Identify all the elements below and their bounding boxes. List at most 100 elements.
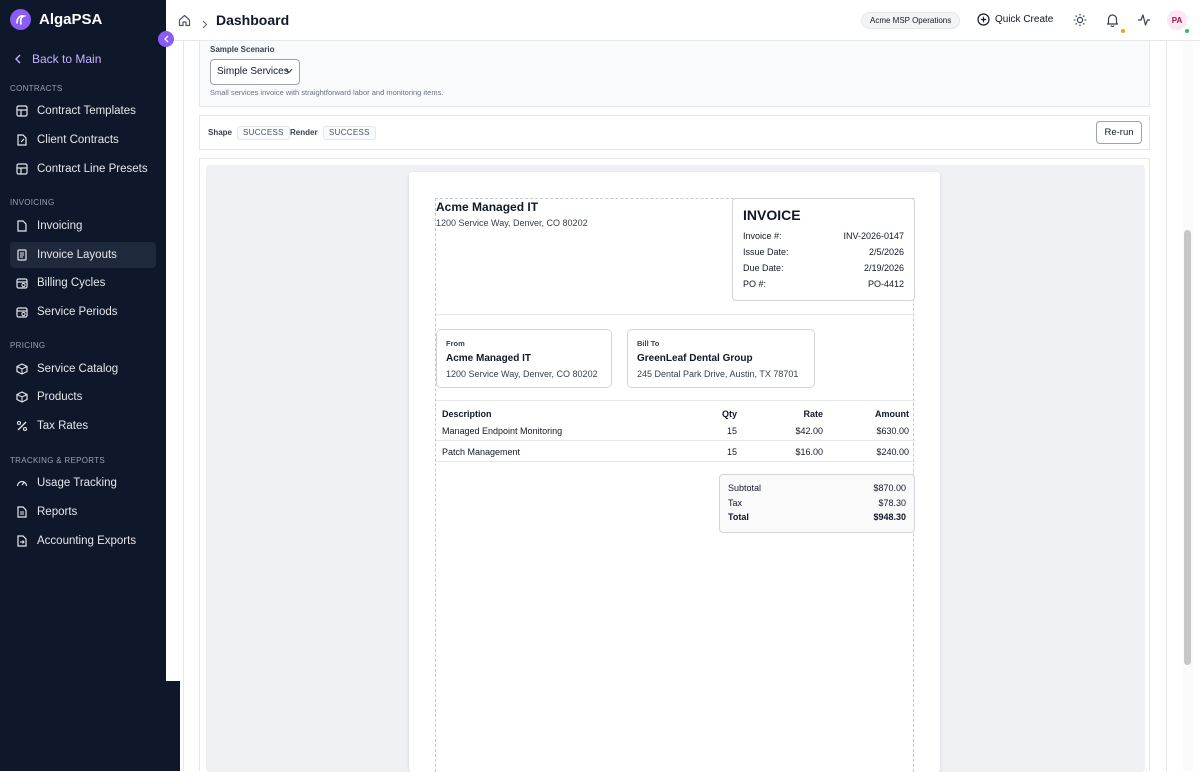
sidebar-item-contract-line-presets[interactable]: Contract Line Presets	[10, 156, 156, 182]
from-address: 1200 Service Way, Denver, CO 80202	[446, 369, 598, 379]
col-rate: Rate	[803, 409, 823, 419]
back-to-main-link[interactable]: Back to Main	[14, 52, 101, 66]
calendar-clock-icon	[16, 307, 28, 318]
content-rail-left	[183, 41, 184, 771]
activity-icon[interactable]	[1137, 13, 1151, 32]
sidebar-item-label: Usage Tracking	[37, 477, 117, 489]
table-row: Patch Management 15 $16.00 $240.00	[436, 442, 915, 462]
line-qty: 15	[726, 447, 737, 457]
invoice-layout-frame: Acme Managed IT 1200 Service Way, Denver…	[435, 198, 915, 772]
sidebar-item-products[interactable]: Products	[10, 384, 156, 410]
col-description: Description	[442, 409, 492, 419]
sidebar-item-accounting-exports[interactable]: Accounting Exports	[10, 528, 156, 554]
quick-create-label: Quick Create	[995, 14, 1054, 25]
sidebar-item-service-catalog[interactable]: Service Catalog	[10, 356, 156, 382]
sidebar-item-reports[interactable]: Reports	[10, 499, 156, 525]
scenario-label: Sample Scenario	[210, 45, 275, 54]
sidebar-item-label: Service Periods	[37, 306, 118, 318]
rerun-button[interactable]: Re-run	[1096, 121, 1142, 144]
line-description: Managed Endpoint Monitoring	[442, 426, 563, 436]
sidebar-item-billing-cycles[interactable]: Billing Cycles	[10, 270, 156, 296]
sidebar-item-service-periods[interactable]: Service Periods	[10, 299, 156, 325]
line-rate: $16.00	[795, 447, 823, 457]
subtotal-row: Subtotal $870.00	[728, 483, 906, 493]
grand-total-row: Total $948.30	[728, 512, 906, 522]
company-address: 1200 Service Way, Denver, CO 80202	[436, 218, 588, 228]
meta-label: Due Date:	[743, 263, 784, 273]
file-text-icon	[17, 249, 27, 261]
avatar[interactable]: PA	[1167, 10, 1187, 30]
tenant-badge[interactable]: Acme MSP Operations	[861, 12, 961, 29]
brand[interactable]: AlgaPSA	[10, 9, 102, 30]
total-value: $78.30	[878, 498, 906, 508]
sidebar-item-client-contracts[interactable]: Client Contracts	[10, 127, 156, 153]
sidebar-item-label: Contract Line Presets	[37, 163, 148, 175]
home-icon[interactable]	[178, 14, 191, 32]
invoice-paper: Acme Managed IT 1200 Service Way, Denver…	[409, 172, 940, 772]
meta-label: Invoice #:	[743, 231, 782, 241]
scenario-select[interactable]: Simple Services	[210, 59, 300, 85]
from-name: Acme Managed IT	[446, 353, 532, 364]
sidebar-item-invoice-layouts[interactable]: Invoice Layouts	[10, 242, 156, 268]
invoice-title: INVOICE	[743, 207, 801, 223]
invoice-meta-box: INVOICE Invoice #: INV-2026-0147 Issue D…	[732, 198, 915, 301]
section-label-contracts: CONTRACTS	[10, 84, 63, 93]
chevron-left-icon	[163, 35, 168, 43]
package-icon	[16, 363, 28, 375]
section-label-pricing: PRICING	[10, 341, 46, 350]
sun-icon[interactable]	[1073, 13, 1087, 32]
file-export-icon	[17, 535, 27, 547]
total-label: Tax	[728, 498, 743, 508]
issue-date-row: Issue Date: 2/5/2026	[743, 247, 904, 257]
total-label: Subtotal	[728, 483, 762, 493]
line-amount: $630.00	[876, 426, 909, 436]
sidebar-item-contract-templates[interactable]: Contract Templates	[10, 98, 156, 124]
top-bar: Dashboard Acme MSP Operations Quick Crea…	[166, 0, 1200, 41]
chevron-right-icon	[202, 16, 208, 34]
meta-value: INV-2026-0147	[843, 231, 904, 241]
gauge-icon	[16, 480, 28, 487]
quick-create-button[interactable]: Quick Create	[977, 13, 1053, 26]
company-name: Acme Managed IT	[436, 200, 539, 214]
status-bar: Shape SUCCESS Render SUCCESS Re-run	[199, 115, 1150, 150]
tax-row: Tax $78.30	[728, 498, 906, 508]
bill-to-card: Bill To GreenLeaf Dental Group 245 Denta…	[627, 329, 815, 388]
sidebar-item-tax-rates[interactable]: Tax Rates	[10, 413, 156, 439]
content-rail-right	[1166, 41, 1167, 771]
brand-name: AlgaPSA	[39, 11, 103, 28]
invoice-number-row: Invoice #: INV-2026-0147	[743, 231, 904, 241]
meta-label: Issue Date:	[743, 247, 789, 257]
meta-value: 2/5/2026	[868, 247, 904, 257]
bell-icon[interactable]	[1106, 13, 1119, 32]
sidebar: AlgaPSA Back to Main CONTRACTS Contract …	[0, 0, 166, 681]
total-value: $870.00	[873, 483, 906, 493]
scenario-panel: Sample Scenario Simple Services Small se…	[199, 41, 1150, 107]
calendar-clock-icon	[16, 278, 28, 289]
header-divider	[436, 314, 915, 315]
section-label-invoicing: INVOICING	[10, 198, 55, 207]
line-amount: $240.00	[876, 447, 909, 457]
shape-status-badge: SUCCESS	[237, 126, 290, 140]
sidebar-item-label: Reports	[37, 506, 78, 518]
col-qty: Qty	[721, 409, 737, 419]
bill-to-name: GreenLeaf Dental Group	[637, 353, 753, 364]
sidebar-item-label: Accounting Exports	[37, 535, 137, 547]
render-label: Render	[290, 128, 318, 137]
sidebar-item-label: Invoicing	[37, 220, 83, 232]
meta-value: PO-4412	[867, 279, 904, 289]
sidebar-item-label: Invoice Layouts	[37, 249, 117, 261]
meta-value: 2/19/2026	[863, 263, 904, 273]
preview-canvas: Acme Managed IT 1200 Service Way, Denver…	[206, 165, 1145, 772]
sidebar-item-usage-tracking[interactable]: Usage Tracking	[10, 470, 156, 496]
file-edit-icon	[17, 134, 27, 146]
totals-box: Subtotal $870.00 Tax $78.30 Total $948.3…	[719, 474, 915, 533]
bill-to-address: 245 Dental Park Drive, Austin, TX 78701	[637, 369, 799, 379]
sidebar-item-label: Tax Rates	[37, 420, 89, 432]
preview-panel: Acme Managed IT 1200 Service Way, Denver…	[199, 158, 1150, 772]
sidebar-item-invoicing[interactable]: Invoicing	[10, 213, 156, 239]
chevron-down-icon	[285, 68, 293, 74]
percent-icon	[16, 420, 28, 432]
scrollbar-thumb[interactable]	[1184, 230, 1191, 665]
line-qty: 15	[726, 426, 737, 436]
sidebar-collapse-button[interactable]	[158, 31, 174, 47]
